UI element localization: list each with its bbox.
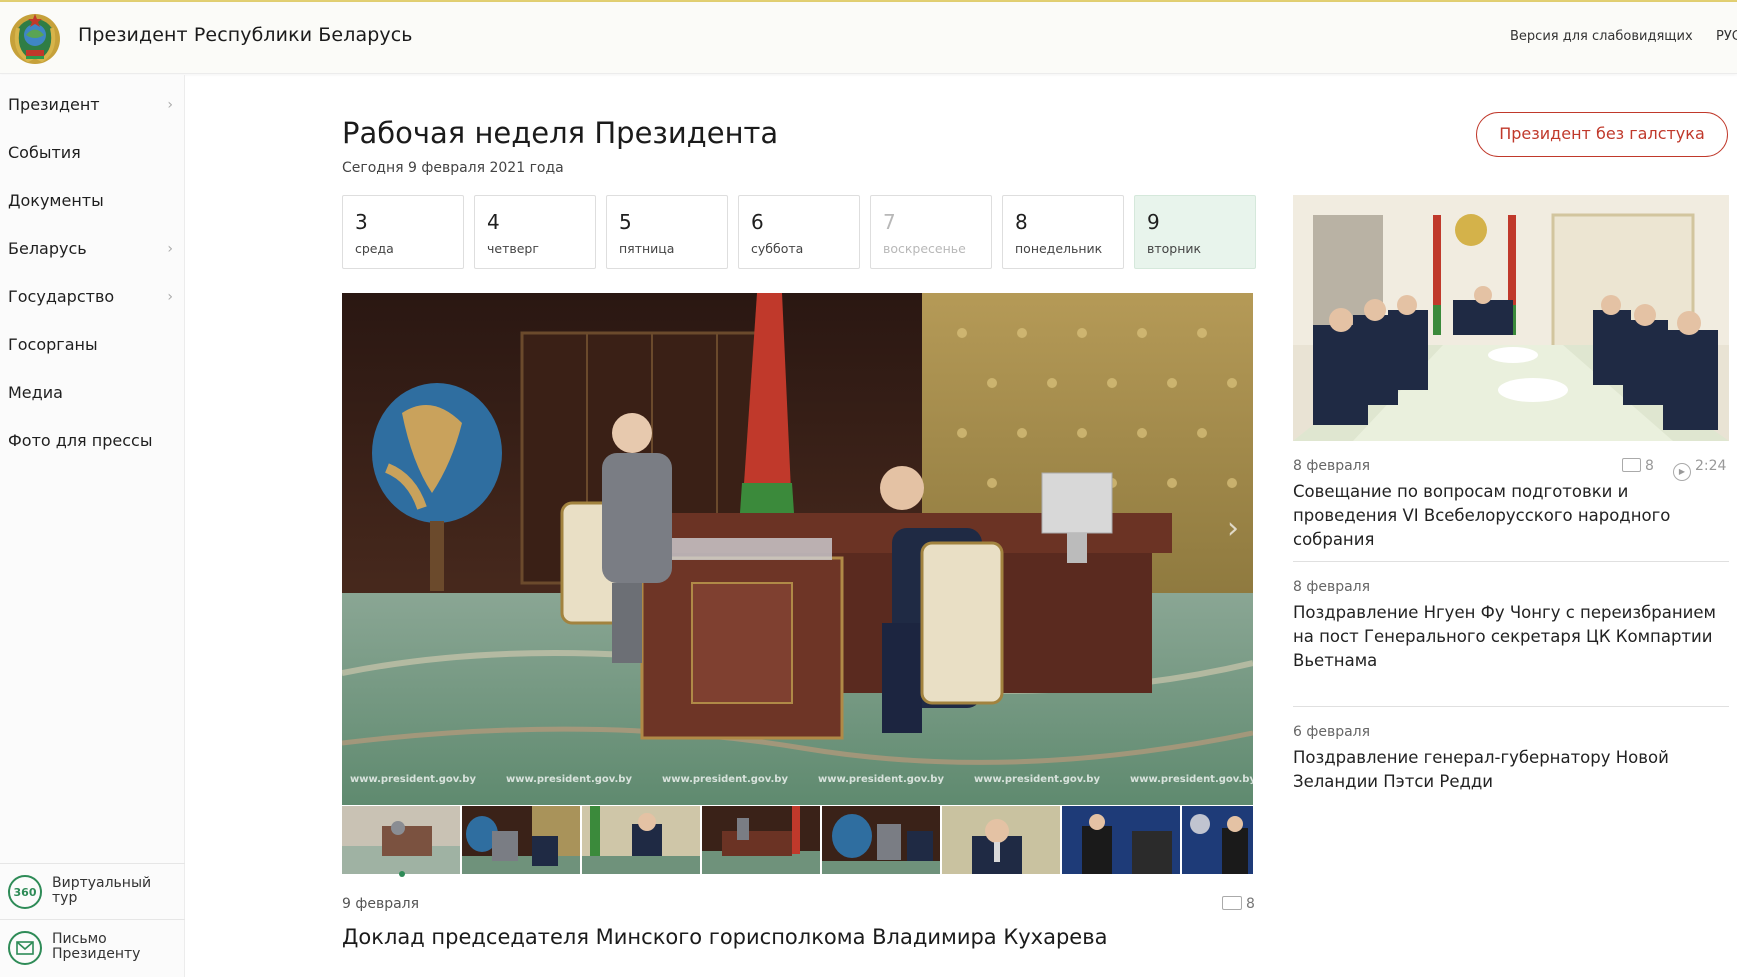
low-vision-version-link[interactable]: Версия для слабовидящих: [1510, 29, 1693, 44]
news-1-photo[interactable]: [1293, 195, 1729, 441]
watermark: www.president.gov.by: [818, 774, 944, 785]
sidebar-item-label: Документы: [8, 191, 104, 210]
featured-photo-count: 8: [1222, 896, 1255, 912]
chevron-right-icon: ›: [167, 289, 173, 305]
photo-count-value: 8: [1246, 896, 1255, 912]
sidebar: Президент › События Документы Беларусь ›…: [0, 75, 185, 977]
day-number: 6: [751, 210, 764, 234]
watermark: www.president.gov.by: [1130, 774, 1253, 785]
photo-count-value: 8: [1645, 458, 1654, 474]
virtual-tour-link[interactable]: 360 Виртуальный тур: [0, 863, 185, 919]
conference-room-image: [1293, 195, 1729, 441]
sidebar-item-label: Госорганы: [8, 335, 98, 354]
watermark: www.president.gov.by: [350, 774, 476, 785]
watermark: www.president.gov.by: [662, 774, 788, 785]
virtual-tour-label: Виртуальный тур: [52, 875, 152, 906]
watermark: www.president.gov.by: [974, 774, 1100, 785]
sidebar-item-events[interactable]: События: [0, 133, 185, 173]
day-tab-8[interactable]: 8 понедельник: [1002, 195, 1124, 269]
photo-gallery-icon: [1622, 458, 1641, 472]
day-tab-5[interactable]: 5 пятница: [606, 195, 728, 269]
thumbnail-5[interactable]: [822, 806, 940, 874]
day-name: вторник: [1147, 241, 1202, 256]
letter-to-president-link[interactable]: Письмо Президенту: [0, 919, 185, 975]
news-1-photo-count: 8: [1622, 458, 1654, 474]
news-1-video-duration: ▶ 2:24: [1673, 458, 1726, 481]
day-tab-3[interactable]: 3 среда: [342, 195, 464, 269]
tour-360-icon: 360: [8, 875, 42, 909]
day-number: 5: [619, 210, 632, 234]
day-name: суббота: [751, 241, 804, 256]
video-duration-value: 2:24: [1695, 458, 1727, 474]
photo-thumbnail-strip: [342, 806, 1253, 874]
featured-photo[interactable]: www.president.gov.by www.president.gov.b…: [342, 293, 1253, 805]
envelope-icon: [8, 931, 42, 965]
featured-headline-link[interactable]: Доклад председателя Минского горисполком…: [342, 925, 1107, 949]
today-date: Сегодня 9 февраля 2021 года: [342, 160, 564, 176]
thumbnail-3[interactable]: [582, 806, 700, 874]
day-name: четверг: [487, 241, 539, 256]
day-number: 3: [355, 210, 368, 234]
day-tab-6[interactable]: 6 суббота: [738, 195, 860, 269]
sidebar-item-belarus[interactable]: Беларусь ›: [0, 229, 185, 269]
chevron-right-icon: ›: [167, 97, 173, 113]
thumbnail-7[interactable]: [1062, 806, 1180, 874]
featured-date: 9 февраля: [342, 896, 420, 912]
thumbnail-6[interactable]: [942, 806, 1060, 874]
news-divider: [1293, 706, 1729, 707]
sidebar-item-president[interactable]: Президент ›: [0, 85, 185, 125]
sidebar-item-state-bodies[interactable]: Госорганы: [0, 325, 185, 365]
sidebar-item-label: Государство: [8, 287, 115, 306]
page-title: Рабочая неделя Президента: [342, 116, 779, 150]
emblem-icon[interactable]: [8, 10, 62, 66]
news-divider: [1293, 561, 1729, 562]
day-tab-7: 7 воскресенье: [870, 195, 992, 269]
thumbnail-4[interactable]: [702, 806, 820, 874]
day-number: 7: [883, 210, 896, 234]
day-number: 9: [1147, 210, 1160, 234]
news-1-title-link[interactable]: Совещание по вопросам подготовки и прове…: [1293, 480, 1733, 552]
day-number: 8: [1015, 210, 1028, 234]
site-header: Президент Республики Беларусь Версия для…: [0, 2, 1737, 74]
sidebar-item-media[interactable]: Медиа: [0, 373, 185, 413]
sidebar-item-label: Президент: [8, 95, 100, 114]
next-photo-arrow-icon[interactable]: ›: [1227, 511, 1239, 546]
sidebar-item-label: Фото для прессы: [8, 431, 153, 450]
day-name: пятница: [619, 241, 675, 256]
news-2-date: 8 февраля: [1293, 579, 1371, 595]
news-1-date: 8 февраля: [1293, 458, 1371, 474]
news-3-title-link[interactable]: Поздравление генерал-губернатору Новой З…: [1293, 746, 1733, 794]
thumbnail-1[interactable]: [342, 806, 460, 874]
news-2-title-link[interactable]: Поздравление Нгуен Фу Чонгу с переизбран…: [1293, 601, 1733, 673]
active-thumbnail-indicator: [399, 871, 405, 877]
letter-to-president-label: Письмо Президенту: [52, 931, 141, 962]
sidebar-item-label: Беларусь: [8, 239, 87, 258]
photo-gallery-icon: [1222, 896, 1242, 910]
thumbnail-8[interactable]: [1182, 806, 1300, 874]
site-title[interactable]: Президент Республики Беларусь: [78, 24, 413, 46]
sidebar-item-label: Медиа: [8, 383, 63, 402]
day-tab-4[interactable]: 4 четверг: [474, 195, 596, 269]
day-name: понедельник: [1015, 241, 1103, 256]
play-icon: ▶: [1673, 463, 1691, 481]
thumbnail-2[interactable]: [462, 806, 580, 874]
day-name: среда: [355, 241, 394, 256]
sidebar-item-documents[interactable]: Документы: [0, 181, 185, 221]
day-number: 4: [487, 210, 500, 234]
meeting-scene-image: [342, 293, 1253, 805]
chevron-right-icon: ›: [167, 241, 173, 257]
sidebar-item-press-photos[interactable]: Фото для прессы: [0, 421, 185, 461]
sidebar-item-state[interactable]: Государство ›: [0, 277, 185, 317]
day-name: воскресенье: [883, 241, 966, 256]
president-without-tie-button[interactable]: Президент без галстука: [1476, 112, 1728, 157]
news-3-date: 6 февраля: [1293, 724, 1371, 740]
sidebar-item-label: События: [8, 143, 81, 162]
language-switcher[interactable]: РУС: [1716, 29, 1737, 44]
day-tab-9[interactable]: 9 вторник: [1134, 195, 1256, 269]
watermark: www.president.gov.by: [506, 774, 632, 785]
